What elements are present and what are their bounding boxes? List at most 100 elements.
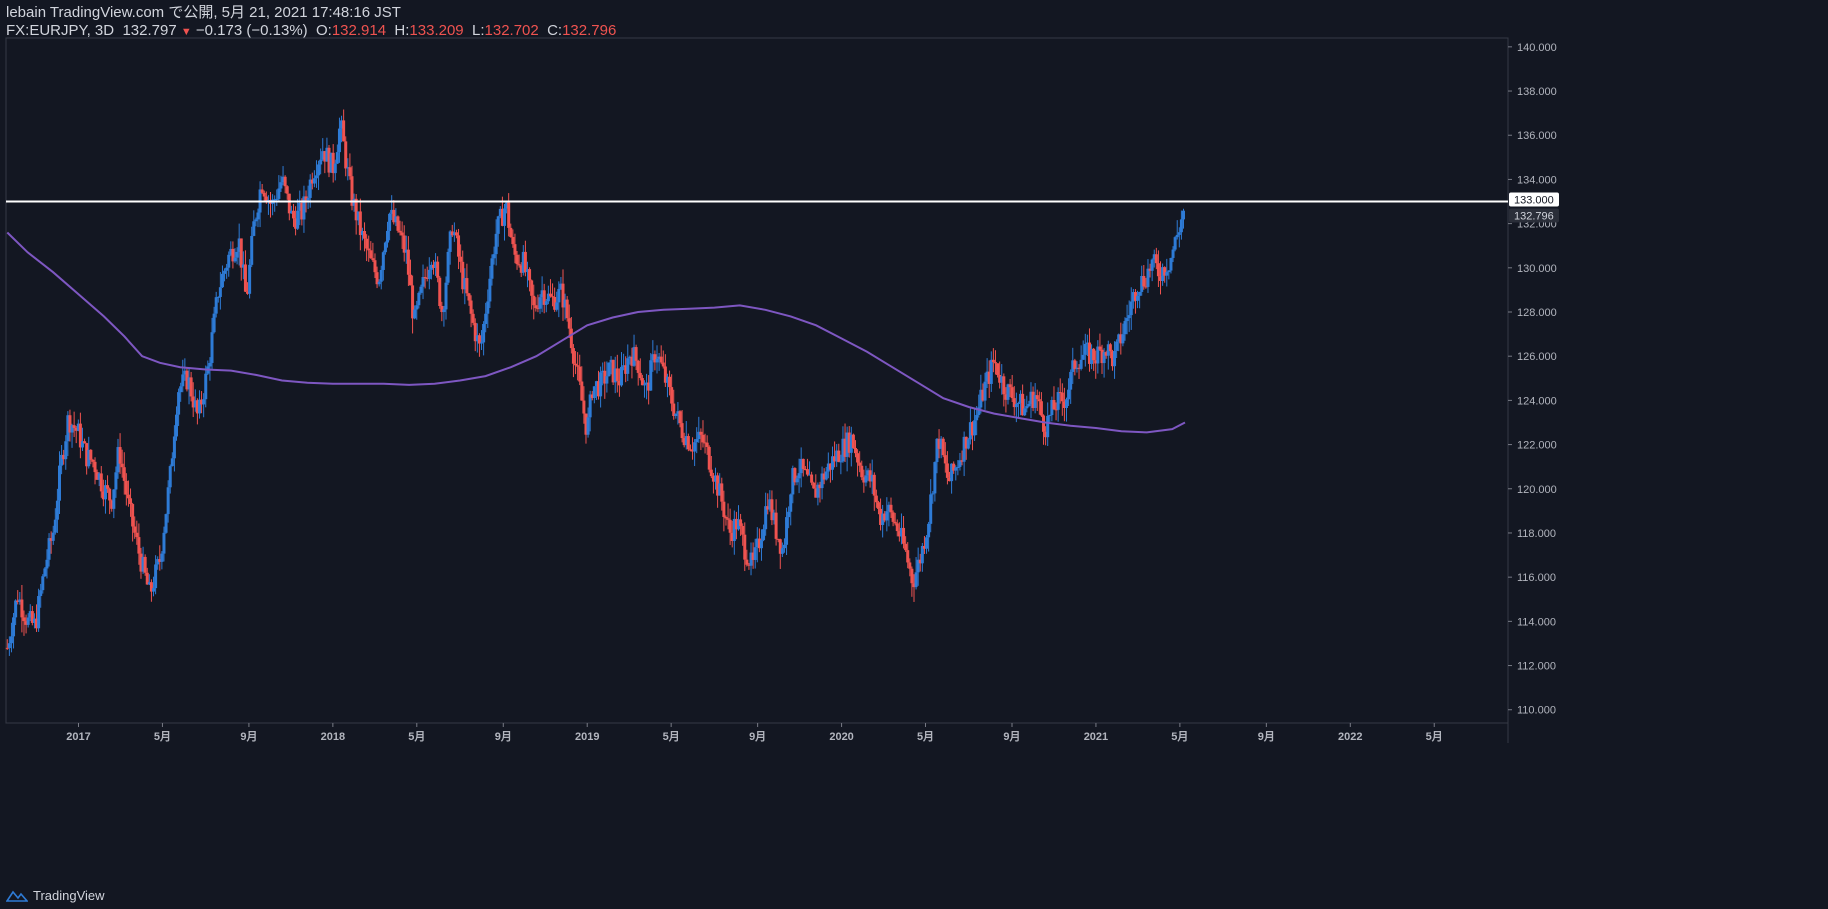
candle-body [438, 277, 442, 306]
candle-body [91, 459, 95, 462]
x-tick-label: 5月 [1426, 730, 1443, 743]
candle-body [248, 264, 252, 294]
candle-body [9, 636, 13, 644]
candle-body [408, 274, 412, 286]
candle-body [494, 233, 498, 255]
candle-body [287, 193, 291, 214]
candle-body [160, 553, 164, 562]
candle-body [1156, 263, 1160, 277]
candle-body [1008, 384, 1012, 388]
candle-body [377, 281, 381, 285]
candle-body [436, 261, 440, 278]
candle-body [812, 482, 816, 489]
candle-body [383, 242, 387, 253]
candle-body [983, 381, 987, 401]
candle-body [895, 523, 899, 532]
candle-body [216, 296, 220, 298]
candle-body [172, 436, 176, 459]
candle-body [296, 210, 300, 229]
candle-body [555, 302, 559, 310]
candle-body [1154, 254, 1158, 264]
candle-body [966, 439, 970, 449]
candle-body [129, 498, 133, 505]
x-tick-label: 2017 [66, 731, 90, 743]
brand-label: TradingView [33, 888, 105, 903]
candle-body [131, 504, 135, 527]
candle-body [1048, 415, 1052, 417]
candle-body [1010, 387, 1014, 399]
candle-body [933, 462, 937, 494]
candle-body [991, 359, 995, 363]
candle-body [557, 288, 561, 303]
candle-body [605, 376, 609, 384]
x-tick-label: 9月 [749, 730, 766, 743]
candle-body [243, 264, 247, 292]
candle-body [693, 442, 697, 452]
candle-body [465, 278, 469, 294]
candle-body [486, 301, 490, 314]
candle-body [565, 299, 569, 319]
candle-body [398, 230, 402, 233]
candle-body [421, 277, 425, 287]
candle-body [457, 235, 461, 257]
candle-body [367, 248, 371, 251]
candle-body [1035, 395, 1039, 400]
x-tick-label: 5月 [408, 730, 425, 743]
candle-body [133, 526, 137, 533]
candle-body [277, 188, 281, 199]
candle-body [615, 368, 619, 381]
candle-body [511, 236, 515, 245]
price-chart[interactable]: 110.000 112.000 114.000 116.000 118.000 120.0… [0, 0, 1828, 885]
candle-body [208, 362, 212, 367]
candle-body [1165, 272, 1169, 276]
x-tick-label: 2018 [321, 731, 345, 743]
candle-body [285, 186, 289, 194]
candle-body [45, 559, 49, 569]
candle-body [381, 252, 385, 270]
candle-body [1037, 399, 1041, 402]
candle-body [741, 526, 745, 535]
candle-body [379, 269, 383, 282]
candle-body [655, 358, 659, 363]
candle-body [956, 466, 960, 468]
candle-body [789, 494, 793, 512]
candle-body [929, 494, 933, 524]
candle-body [239, 238, 243, 268]
y-tick-label: 134.000 [1517, 174, 1557, 186]
candle-body [891, 512, 895, 522]
candle-body [668, 376, 672, 388]
candle-body [626, 358, 630, 374]
candle-body [492, 254, 496, 259]
candle-body [534, 305, 538, 309]
candle-body [925, 537, 929, 549]
candle-body [996, 363, 1000, 375]
candle-body [413, 309, 417, 319]
candle-body [722, 501, 726, 518]
candle-body [291, 210, 295, 219]
candle-body [89, 449, 93, 460]
candle-body [496, 216, 500, 234]
x-tick-label: 2022 [1338, 731, 1362, 743]
candle-body [112, 489, 116, 509]
candle-body [1079, 359, 1083, 369]
candle-body [569, 328, 573, 349]
candle-body [202, 399, 206, 405]
candle-body [860, 465, 864, 478]
candle-body [333, 163, 337, 174]
candle-body [20, 599, 24, 618]
candle-body [509, 227, 513, 237]
candle-body [548, 293, 552, 297]
candle-body [513, 244, 517, 255]
candle-body [774, 512, 778, 539]
candle-body [363, 230, 367, 239]
candle-body [1016, 402, 1020, 404]
candle-body [580, 381, 584, 401]
candle-body [686, 436, 690, 450]
candle-body [170, 458, 174, 467]
candle-body [678, 411, 682, 424]
candle-body [640, 378, 644, 386]
candle-body [571, 348, 575, 364]
candle-body [124, 480, 128, 495]
candle-body [1073, 360, 1077, 370]
x-tick-label: 2019 [575, 731, 599, 743]
